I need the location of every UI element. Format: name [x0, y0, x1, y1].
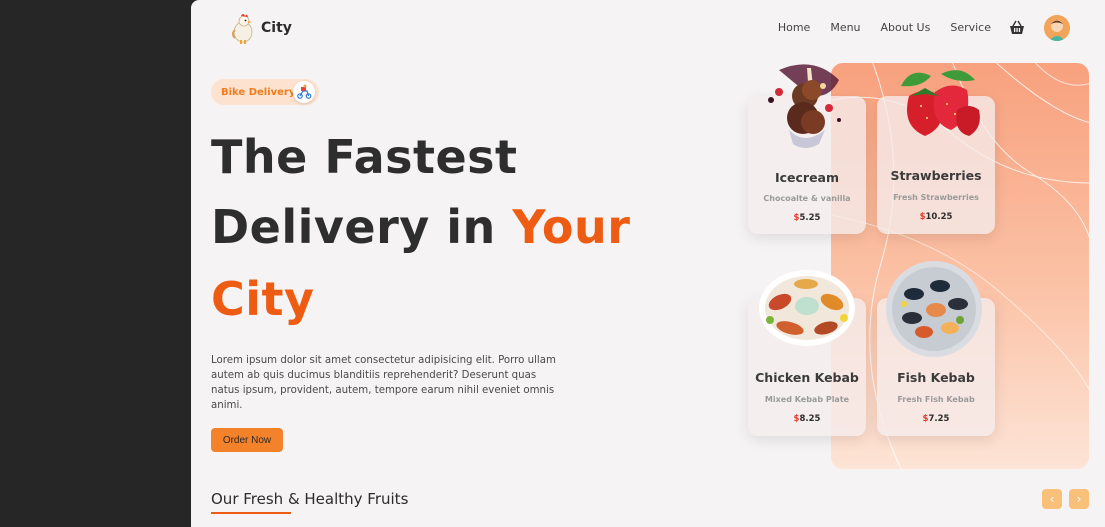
hero-title-line-1: The Fastest [211, 130, 518, 184]
price-value: 7.25 [928, 414, 950, 424]
basket-icon[interactable] [1009, 20, 1025, 36]
nav-home[interactable]: Home [778, 21, 810, 34]
main-nav: Home Menu About Us Service [778, 21, 991, 34]
card-name: Fish Kebab [897, 370, 975, 385]
price-value: 8.25 [799, 414, 821, 424]
chevron-left-icon: ‹ [1049, 492, 1055, 506]
hero-title-line-3: City [211, 272, 315, 326]
card-price: $8.25 [748, 414, 866, 424]
hero-title-plain: Delivery in [211, 200, 513, 254]
card-name: Icecream [774, 170, 840, 185]
nav-about-us[interactable]: About Us [881, 21, 931, 34]
hero-title-accent: Your [512, 200, 631, 254]
price-value: 10.25 [925, 212, 953, 222]
scooter-icon [297, 84, 312, 99]
chicken-kebab-image [759, 270, 855, 346]
brand-logo[interactable]: City [229, 12, 292, 44]
card-subtitle: Chocoalte & vanilla [763, 194, 851, 203]
section-title-underline [211, 512, 291, 514]
carousel-prev-button[interactable]: ‹ [1042, 489, 1062, 509]
chicken-logo-icon [232, 14, 253, 44]
chevron-right-icon: › [1076, 492, 1082, 506]
nav-service[interactable]: Service [950, 21, 991, 34]
hero-title-line-2: Delivery in Your [211, 200, 630, 254]
order-now-button[interactable]: Order Now [211, 428, 283, 452]
card-name: Chicken Kebab [755, 370, 859, 385]
section-title: Our Fresh & Healthy Fruits [211, 490, 409, 508]
hero-description: Lorem ipsum dolor sit amet consectetur a… [211, 355, 556, 411]
card-subtitle: Fresh Strawberries [893, 193, 979, 202]
carousel-next-button[interactable]: › [1069, 489, 1089, 509]
icecream-image [768, 64, 841, 148]
avatar-icon [1044, 15, 1070, 41]
badge-icon-wrapper [293, 81, 315, 103]
badge-label: Bike Delivery [221, 86, 296, 98]
avatar[interactable] [1044, 15, 1070, 41]
card-price: $10.25 [877, 212, 995, 222]
card-name: Strawberries [890, 168, 982, 183]
card-subtitle: Fresh Fish Kebab [897, 395, 975, 404]
card-subtitle: Mixed Kebab Plate [764, 395, 850, 404]
page: City Home Menu About Us Service Bike Del… [191, 0, 1105, 527]
card-price: $7.25 [877, 414, 995, 424]
price-value: 5.25 [799, 213, 821, 223]
card-price: $5.25 [748, 213, 866, 223]
strawberries-image [901, 70, 980, 136]
brand-name: City [261, 20, 292, 36]
bike-delivery-badge: Bike Delivery [211, 79, 319, 105]
fish-kebab-image [886, 261, 982, 357]
nav-menu[interactable]: Menu [830, 21, 860, 34]
